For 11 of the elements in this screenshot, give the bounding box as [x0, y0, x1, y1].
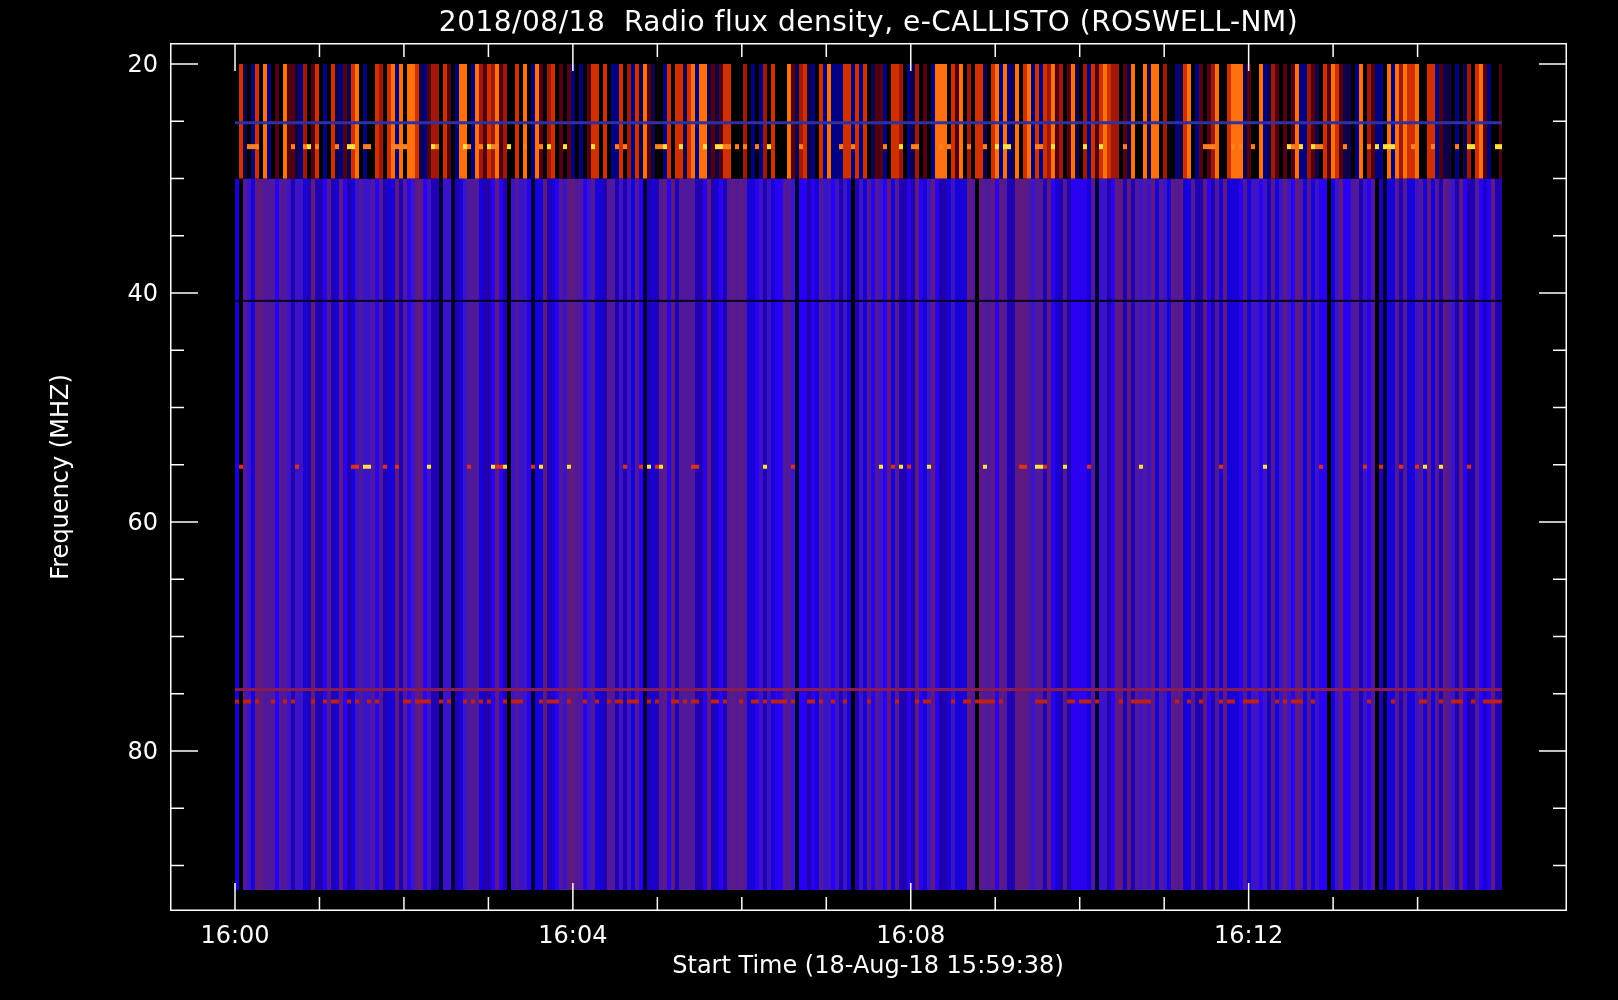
y-tick-label: 20	[127, 50, 158, 78]
x-axis-title: Start Time (18-Aug-18 15:59:38)	[672, 951, 1064, 979]
chart-title: 2018/08/18 Radio flux density, e-CALLISTO (ROSWELL-NM)	[438, 5, 1299, 38]
y-tick-label: 80	[127, 737, 158, 765]
y-axis-title: Frequency (MHZ)	[46, 374, 74, 580]
x-tick-label: 16:12	[1214, 921, 1284, 949]
y-tick-label: 40	[127, 279, 158, 307]
x-tick-label: 16:08	[876, 921, 946, 949]
y-tick-label: 60	[127, 508, 158, 536]
x-tick-label: 16:04	[538, 921, 608, 949]
x-tick-label: 16:00	[200, 921, 270, 949]
